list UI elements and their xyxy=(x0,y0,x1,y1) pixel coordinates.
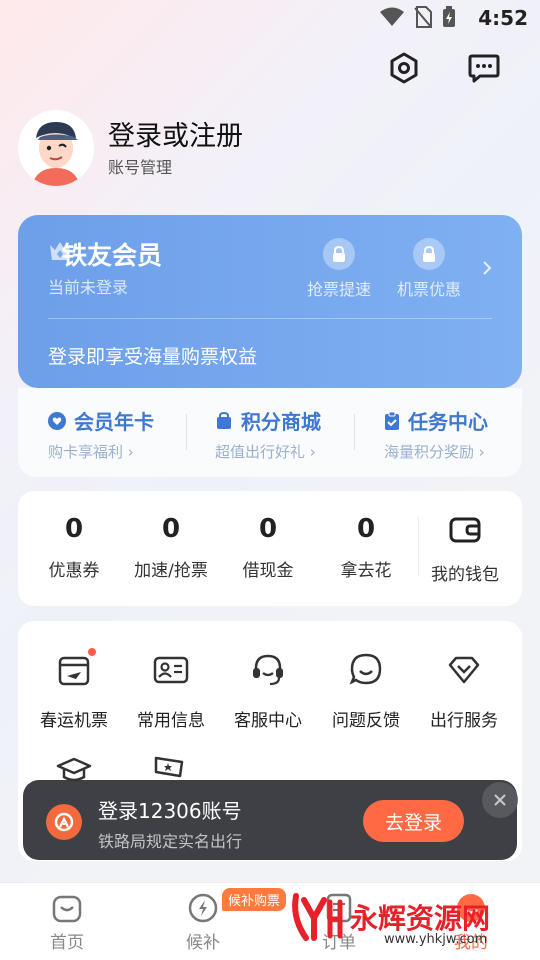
status-bar: 4:52 xyxy=(0,0,540,36)
status-icons xyxy=(380,6,456,28)
id-card-icon xyxy=(153,652,189,688)
watermark-url: www.yhkjw.com xyxy=(384,932,488,947)
wallet-label: 我的钱包 xyxy=(431,565,499,585)
toast-title: 登录12306账号 xyxy=(98,799,242,823)
quick-link-points-mall[interactable]: 积分商城 超值出行好礼 › xyxy=(215,406,321,462)
railway-logo-icon xyxy=(46,804,82,840)
notification-dot xyxy=(88,648,96,656)
clipboard-icon xyxy=(385,411,399,430)
chevron-right-icon[interactable] xyxy=(482,260,492,280)
feedback-icon xyxy=(348,652,384,688)
stat-coupons[interactable]: 0 优惠券 xyxy=(26,514,122,581)
perk-fast-ticket[interactable]: 抢票提速 xyxy=(299,238,379,300)
service-customer-center[interactable]: 客服中心 xyxy=(220,652,316,731)
lock-icon xyxy=(413,238,445,270)
stat-value: 0 xyxy=(64,514,84,544)
divider xyxy=(418,516,419,576)
watermark-logo-icon xyxy=(292,893,343,941)
member-promo[interactable]: 登录即享受海量购票权益 xyxy=(48,342,257,369)
stat-speedup[interactable]: 0 加速/抢票 xyxy=(123,514,219,581)
quick-link-title: 任务中心 xyxy=(408,410,488,434)
wifi-icon xyxy=(380,7,404,26)
login-register-link[interactable]: 登录或注册 xyxy=(108,114,243,153)
quick-link-title: 积分商城 xyxy=(241,410,321,434)
service-label: 客服中心 xyxy=(234,711,302,731)
service-label: 春运机票 xyxy=(40,711,108,731)
watermark: 永辉资源网 www.yhkjw.com xyxy=(290,892,491,947)
heart-icon xyxy=(48,411,66,430)
wallet-icon xyxy=(449,517,481,543)
stat-value: 0 xyxy=(258,514,278,544)
stat-borrow-cash[interactable]: 0 借现金 xyxy=(220,514,316,581)
divider xyxy=(354,414,355,450)
quick-link-subtitle: 购卡享福利 xyxy=(48,443,124,461)
stat-naquhua[interactable]: 0 拿去花 xyxy=(318,514,414,581)
service-common-info[interactable]: 常用信息 xyxy=(123,652,219,731)
stat-value: 0 xyxy=(161,514,181,544)
account-management-link[interactable]: 账号管理 xyxy=(108,154,172,178)
perk-label: 抢票提速 xyxy=(306,280,371,299)
message-icon[interactable] xyxy=(464,48,504,88)
lightning-icon xyxy=(188,893,218,923)
quick-link-title: 会员年卡 xyxy=(74,410,154,434)
diamond-icon xyxy=(446,652,482,688)
divider xyxy=(186,414,187,450)
perk-flight-discount[interactable]: 机票优惠 xyxy=(389,238,469,300)
perk-label: 机票优惠 xyxy=(396,280,461,299)
go-login-button[interactable]: 去登录 xyxy=(363,800,464,842)
service-label: 常用信息 xyxy=(137,711,205,731)
stat-label: 拿去花 xyxy=(340,561,392,581)
plane-calendar-icon xyxy=(56,648,96,688)
headset-icon xyxy=(250,652,286,688)
quick-link-subtitle: 超值出行好礼 xyxy=(215,443,306,461)
stat-label: 优惠券 xyxy=(48,561,100,581)
quick-link-annual-card[interactable]: 会员年卡 购卡享福利 › xyxy=(48,406,154,462)
nav-home[interactable]: 首页 xyxy=(22,892,112,953)
shopping-bag-icon xyxy=(217,411,231,429)
lock-icon xyxy=(323,238,355,270)
service-travel[interactable]: 出行服务 xyxy=(416,652,512,731)
wallet-button[interactable]: 我的钱包 xyxy=(422,516,508,585)
divider xyxy=(48,318,492,319)
status-time: 4:52 xyxy=(478,6,528,30)
stat-label: 借现金 xyxy=(242,561,294,581)
watermark-text: 永辉资源网 xyxy=(350,902,491,935)
nav-label: 候补 xyxy=(186,933,220,953)
service-label: 问题反馈 xyxy=(332,711,400,731)
battery-charging-icon xyxy=(443,6,455,27)
member-title: 铁友会员 xyxy=(62,241,163,270)
service-feedback[interactable]: 问题反馈 xyxy=(318,652,414,731)
stat-label: 加速/抢票 xyxy=(134,561,208,581)
stat-value: 0 xyxy=(356,514,376,544)
service-spring-flight[interactable]: 春运机票 xyxy=(26,648,122,731)
avatar[interactable] xyxy=(18,110,94,186)
nav-label: 首页 xyxy=(50,933,84,953)
member-status: 当前未登录 xyxy=(48,278,129,297)
settings-icon[interactable] xyxy=(384,48,424,88)
toast-subtitle: 铁路局规定实名出行 xyxy=(98,832,243,851)
close-icon[interactable] xyxy=(482,782,518,818)
quick-link-task-center[interactable]: 任务中心 海量积分奖励 › xyxy=(384,406,488,462)
quick-link-subtitle: 海量积分奖励 xyxy=(384,443,475,461)
home-icon xyxy=(52,895,82,923)
waitlist-badge: 候补购票 xyxy=(222,888,287,911)
no-sim-icon xyxy=(414,6,432,28)
service-label: 出行服务 xyxy=(430,711,498,731)
